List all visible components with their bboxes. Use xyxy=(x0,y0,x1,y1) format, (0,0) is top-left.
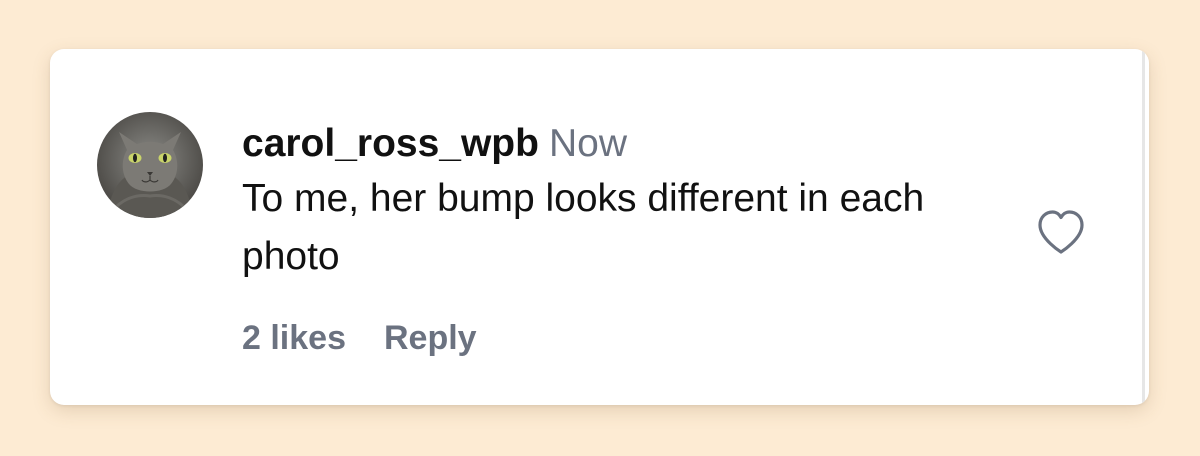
heart-outline-icon xyxy=(1038,210,1084,254)
likes-count-link[interactable]: 2 likes xyxy=(242,319,346,357)
avatar[interactable] xyxy=(97,112,203,218)
comment-card: carol_ross_wpb Now To me, her bump looks … xyxy=(50,49,1149,405)
like-button[interactable] xyxy=(1036,209,1086,257)
comment-content: carol_ross_wpb Now To me, her bump looks … xyxy=(242,119,1022,286)
comment-header: carol_ross_wpb Now xyxy=(242,119,1022,169)
timestamp: Now xyxy=(548,122,627,165)
username-link[interactable]: carol_ross_wpb xyxy=(242,122,539,165)
reply-button[interactable]: Reply xyxy=(384,319,477,357)
comment-actions: 2 likes Reply xyxy=(242,319,477,358)
cat-avatar-icon xyxy=(107,132,193,218)
comment-text: To me, her bump looks different in each … xyxy=(242,177,925,278)
